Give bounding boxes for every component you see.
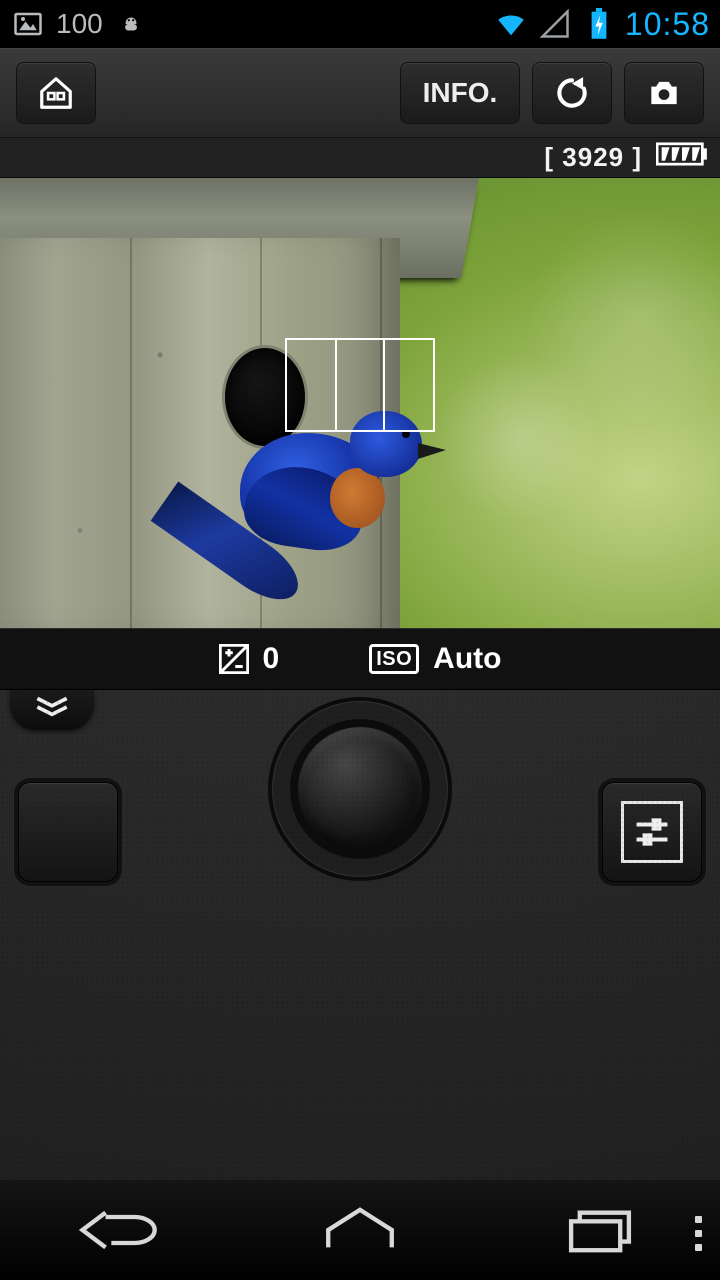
home-button[interactable]	[16, 62, 96, 124]
cell-signal-icon	[537, 6, 573, 42]
shooting-settings-button[interactable]	[602, 782, 702, 882]
gallery-icon	[10, 6, 46, 42]
info-button[interactable]: INFO.	[400, 62, 520, 124]
shutter-button[interactable]	[290, 719, 430, 859]
chevron-down-stack-icon	[32, 696, 72, 718]
battery-percent-text: 100	[56, 8, 103, 40]
camera-icon	[645, 74, 683, 112]
camera-mode-button[interactable]	[624, 62, 704, 124]
android-nav-bar	[0, 1180, 720, 1280]
home-icon	[37, 74, 75, 112]
menu-button[interactable]	[695, 1216, 702, 1251]
info-label: INFO.	[423, 77, 498, 109]
back-icon	[72, 1204, 168, 1256]
ev-value: 0	[263, 642, 280, 676]
clock-text: 10:58	[625, 6, 710, 43]
wifi-icon	[493, 6, 529, 42]
battery-charging-icon	[581, 6, 617, 42]
recents-icon	[552, 1204, 648, 1256]
android-status-bar: 100 10:58	[0, 0, 720, 48]
live-view[interactable]	[0, 178, 720, 628]
shots-remaining: [ 3929 ]	[544, 142, 642, 173]
exposure-settings-strip: 0 ISO Auto	[0, 628, 720, 690]
panel-pull-tab[interactable]	[10, 690, 94, 730]
last-shot-thumbnail[interactable]	[18, 782, 118, 882]
live-info-strip: [ 3929 ]	[0, 138, 720, 178]
birdhouse-wall	[0, 238, 400, 628]
app-toolbar: INFO.	[0, 48, 720, 138]
recents-button[interactable]	[540, 1200, 660, 1260]
iso-icon: ISO	[369, 644, 419, 674]
home-nav-icon	[312, 1204, 408, 1256]
back-button[interactable]	[60, 1200, 180, 1260]
exposure-comp-icon	[219, 644, 249, 674]
autofocus-frame[interactable]	[285, 338, 435, 432]
refresh-button[interactable]	[532, 62, 612, 124]
home-nav-button[interactable]	[300, 1200, 420, 1260]
ev-setting[interactable]: 0	[219, 642, 280, 676]
android-debug-icon	[113, 6, 149, 42]
refresh-icon	[553, 74, 591, 112]
sliders-icon	[621, 801, 683, 863]
iso-value: Auto	[433, 642, 501, 676]
controls-area	[0, 690, 720, 1180]
iso-setting[interactable]: ISO Auto	[369, 642, 501, 676]
camera-battery-icon	[656, 142, 708, 173]
